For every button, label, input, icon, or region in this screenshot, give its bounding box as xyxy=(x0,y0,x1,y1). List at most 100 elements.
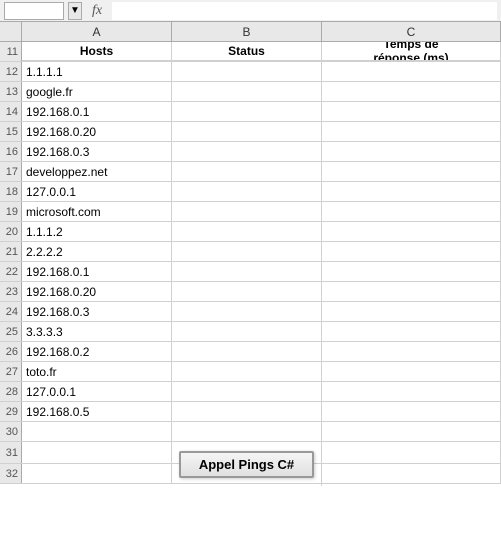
button-row-31-b[interactable]: Appel Pings C# xyxy=(172,442,322,486)
appel-pings-button[interactable]: Appel Pings C# xyxy=(179,451,314,478)
row-num-28: 28 xyxy=(0,382,22,401)
col-header-b[interactable]: B xyxy=(172,22,322,41)
cell-host-21[interactable]: 2.2.2.2 xyxy=(22,242,172,261)
table-row: 15 192.168.0.20 xyxy=(0,122,501,142)
cell-status-20[interactable] xyxy=(172,222,322,241)
cell-status-15[interactable] xyxy=(172,122,322,141)
table-row: 17 developpez.net xyxy=(0,162,501,182)
cell-status-14[interactable] xyxy=(172,102,322,121)
row-num-header xyxy=(0,22,22,41)
cell-response-22[interactable] xyxy=(322,262,501,281)
cell-status-25[interactable] xyxy=(172,322,322,341)
formula-input[interactable] xyxy=(112,2,497,20)
cell-host-13[interactable]: google.fr xyxy=(22,82,172,101)
cell-host-22[interactable]: 192.168.0.1 xyxy=(22,262,172,281)
cell-response-20[interactable] xyxy=(322,222,501,241)
cell-status-17[interactable] xyxy=(172,162,322,181)
cell-ref-dropdown[interactable]: ▼ xyxy=(68,2,82,20)
cell-response-26[interactable] xyxy=(322,342,501,361)
row-num-13: 13 xyxy=(0,82,22,101)
table-row: 18 127.0.0.1 xyxy=(0,182,501,202)
row-num-24: 24 xyxy=(0,302,22,321)
cell-response-16[interactable] xyxy=(322,142,501,161)
cell-status-24[interactable] xyxy=(172,302,322,321)
cell-host-12[interactable]: 1.1.1.1 xyxy=(22,62,172,81)
cell-response-27[interactable] xyxy=(322,362,501,381)
header-cell-temps[interactable]: Temps de réponse (ms) xyxy=(322,42,501,61)
header-cell-status[interactable]: Status xyxy=(172,42,322,61)
spreadsheet: A B C 11 Hosts Status Temps de réponse (… xyxy=(0,22,501,484)
col-header-c[interactable]: C xyxy=(322,22,501,41)
cell-host-30[interactable] xyxy=(22,422,172,441)
table-row: 26 192.168.0.2 xyxy=(0,342,501,362)
table-row: 23 192.168.0.20 xyxy=(0,282,501,302)
row-num-14: 14 xyxy=(0,102,22,121)
cell-status-29[interactable] xyxy=(172,402,322,421)
cell-status-18[interactable] xyxy=(172,182,322,201)
formula-icon: fx xyxy=(86,3,108,19)
cell-response-21[interactable] xyxy=(322,242,501,261)
cell-status-26[interactable] xyxy=(172,342,322,361)
cell-status-12[interactable] xyxy=(172,62,322,81)
cell-response-25[interactable] xyxy=(322,322,501,341)
col-header-a[interactable]: A xyxy=(22,22,172,41)
cell-status-30[interactable] xyxy=(172,422,322,441)
button-row-31-c[interactable] xyxy=(322,442,501,463)
cell-host-26[interactable]: 192.168.0.2 xyxy=(22,342,172,361)
table-row: 27 toto.fr xyxy=(0,362,501,382)
cell-host-17[interactable]: developpez.net xyxy=(22,162,172,181)
row-num-17: 17 xyxy=(0,162,22,181)
cell-host-28[interactable]: 127.0.0.1 xyxy=(22,382,172,401)
cell-status-13[interactable] xyxy=(172,82,322,101)
cell-response-30[interactable] xyxy=(322,422,501,441)
cell-host-18[interactable]: 127.0.0.1 xyxy=(22,182,172,201)
cell-response-17[interactable] xyxy=(322,162,501,181)
cell-host-29[interactable]: 192.168.0.5 xyxy=(22,402,172,421)
cell-status-19[interactable] xyxy=(172,202,322,221)
table-row: 19 microsoft.com xyxy=(0,202,501,222)
spreadsheet-header-row: 11 Hosts Status Temps de réponse (ms) xyxy=(0,42,501,62)
cell-response-14[interactable] xyxy=(322,102,501,121)
header-cell-hosts[interactable]: Hosts xyxy=(22,42,172,61)
cell-host-19[interactable]: microsoft.com xyxy=(22,202,172,221)
cell-status-23[interactable] xyxy=(172,282,322,301)
formula-bar: I33 ▼ fx xyxy=(0,0,501,22)
button-row-32-c[interactable] xyxy=(322,464,501,483)
cell-response-18[interactable] xyxy=(322,182,501,201)
rows-container: 12 1.1.1.1 13 google.fr 14 192.168.0.1 1… xyxy=(0,62,501,442)
button-row-32-a[interactable] xyxy=(22,464,172,483)
cell-response-13[interactable] xyxy=(322,82,501,101)
cell-status-22[interactable] xyxy=(172,262,322,281)
row-num-11: 11 xyxy=(0,42,22,61)
cell-host-27[interactable]: toto.fr xyxy=(22,362,172,381)
cell-response-23[interactable] xyxy=(322,282,501,301)
table-row: 24 192.168.0.3 xyxy=(0,302,501,322)
cell-host-16[interactable]: 192.168.0.3 xyxy=(22,142,172,161)
row-num-22: 22 xyxy=(0,262,22,281)
cell-host-14[interactable]: 192.168.0.1 xyxy=(22,102,172,121)
row-num-19: 19 xyxy=(0,202,22,221)
cell-host-20[interactable]: 1.1.1.2 xyxy=(22,222,172,241)
cell-response-24[interactable] xyxy=(322,302,501,321)
cell-response-28[interactable] xyxy=(322,382,501,401)
cell-status-27[interactable] xyxy=(172,362,322,381)
cell-reference-input[interactable]: I33 xyxy=(4,2,64,20)
cell-host-25[interactable]: 3.3.3.3 xyxy=(22,322,172,341)
cell-status-28[interactable] xyxy=(172,382,322,401)
table-row: 20 1.1.1.2 xyxy=(0,222,501,242)
cell-host-15[interactable]: 192.168.0.20 xyxy=(22,122,172,141)
cell-host-24[interactable]: 192.168.0.3 xyxy=(22,302,172,321)
cell-status-21[interactable] xyxy=(172,242,322,261)
row-num-20: 20 xyxy=(0,222,22,241)
button-row-31: 31 Appel Pings C# xyxy=(0,442,501,464)
cell-response-12[interactable] xyxy=(322,62,501,81)
cell-response-29[interactable] xyxy=(322,402,501,421)
table-row: 21 2.2.2.2 xyxy=(0,242,501,262)
cell-response-19[interactable] xyxy=(322,202,501,221)
row-num-30: 30 xyxy=(0,422,22,441)
cell-status-16[interactable] xyxy=(172,142,322,161)
cell-host-23[interactable]: 192.168.0.20 xyxy=(22,282,172,301)
column-headers: A B C xyxy=(0,22,501,42)
button-row-31-a[interactable] xyxy=(22,442,172,463)
cell-response-15[interactable] xyxy=(322,122,501,141)
